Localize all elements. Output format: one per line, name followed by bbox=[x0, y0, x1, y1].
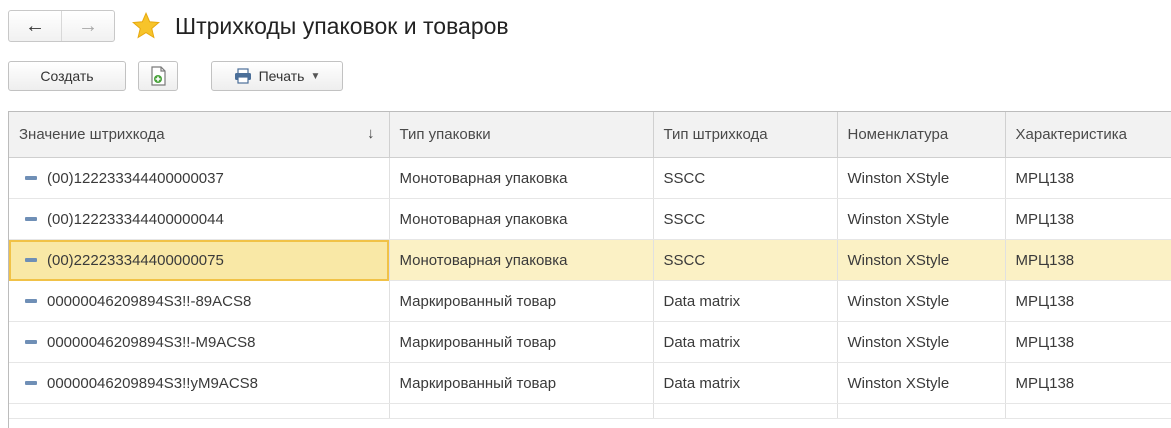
column-header-barcode-value[interactable]: Значение штрихкода ↓ bbox=[9, 112, 390, 158]
package-type-cell[interactable]: Монотоварная упаковка bbox=[389, 198, 654, 240]
table-row[interactable]: 00000046209894S3!!yM9ACS8 Маркированный … bbox=[9, 362, 1171, 404]
barcode-type-cell[interactable]: SSCC bbox=[653, 198, 838, 240]
nomenclature-cell[interactable]: Winston XStyle bbox=[837, 321, 1006, 363]
barcode-type-cell[interactable]: Data matrix bbox=[653, 321, 838, 363]
print-button-label: Печать bbox=[258, 68, 305, 84]
page-title: Штрихкоды упаковок и товаров bbox=[175, 12, 509, 39]
back-button[interactable]: ← bbox=[9, 11, 61, 41]
print-button[interactable]: Печать ▼ bbox=[211, 61, 343, 91]
forward-button[interactable]: → bbox=[61, 11, 114, 41]
title-bar: ← → Штрихкоды упаковок и товаров bbox=[8, 9, 509, 43]
barcodes-table: Значение штрихкода ↓ Тип упаковки Тип шт… bbox=[8, 111, 1171, 428]
nomenclature-cell[interactable]: Winston XStyle bbox=[837, 239, 1006, 281]
command-bar: Создать Печать ▼ bbox=[8, 60, 343, 92]
column-header-characteristic[interactable]: Характеристика bbox=[1005, 112, 1171, 158]
sort-descending-icon: ↓ bbox=[367, 125, 375, 142]
table-row[interactable]: (00)122233344400000044 Монотоварная упак… bbox=[9, 198, 1171, 240]
table-row[interactable]: 00000046209894S3!!-89ACS8 Маркированный … bbox=[9, 280, 1171, 322]
package-type-cell[interactable]: Монотоварная упаковка bbox=[389, 157, 654, 199]
characteristic-cell[interactable]: МРЦ138 bbox=[1005, 362, 1171, 404]
barcode-type-cell[interactable]: Data matrix bbox=[653, 362, 838, 404]
navigation-buttons: ← → bbox=[8, 10, 115, 42]
barcode-value: 00000046209894S3!!yM9ACS8 bbox=[47, 374, 258, 392]
nomenclature-cell[interactable]: Winston XStyle bbox=[837, 362, 1006, 404]
barcode-cell-current[interactable]: (00)222233344400000075 bbox=[9, 239, 390, 281]
nomenclature-cell[interactable] bbox=[837, 403, 1006, 419]
characteristic-cell[interactable]: МРЦ138 bbox=[1005, 157, 1171, 199]
copy-document-icon bbox=[151, 66, 166, 86]
characteristic-cell[interactable]: МРЦ138 bbox=[1005, 198, 1171, 240]
barcode-value: (00)122233344400000037 bbox=[47, 169, 224, 187]
package-type-cell[interactable]: Монотоварная упаковка bbox=[389, 239, 654, 281]
barcode-cell[interactable]: (00)122233344400000044 bbox=[9, 198, 390, 240]
table-row-selected[interactable]: (00)222233344400000075 Монотоварная упак… bbox=[9, 239, 1171, 281]
chevron-down-icon: ▼ bbox=[310, 70, 321, 82]
list-item-icon bbox=[25, 381, 37, 385]
nomenclature-cell[interactable]: Winston XStyle bbox=[837, 157, 1006, 199]
characteristic-cell[interactable] bbox=[1005, 403, 1171, 419]
nomenclature-cell[interactable]: Winston XStyle bbox=[837, 280, 1006, 322]
create-button[interactable]: Создать bbox=[8, 61, 126, 91]
list-item-icon bbox=[25, 258, 37, 262]
column-header-package-type[interactable]: Тип упаковки bbox=[389, 112, 654, 158]
characteristic-cell[interactable]: МРЦ138 bbox=[1005, 239, 1171, 281]
barcode-type-cell[interactable]: SSCC bbox=[653, 239, 838, 281]
favorite-star-button[interactable] bbox=[129, 9, 163, 43]
table-row-partially-visible[interactable] bbox=[9, 403, 1171, 419]
copy-button[interactable] bbox=[138, 61, 178, 91]
package-type-cell[interactable]: Маркированный товар bbox=[389, 362, 654, 404]
barcode-cell[interactable]: 00000046209894S3!!yM9ACS8 bbox=[9, 362, 390, 404]
list-item-icon bbox=[25, 299, 37, 303]
barcode-cell[interactable]: 00000046209894S3!!-89ACS8 bbox=[9, 280, 390, 322]
table-row[interactable]: 00000046209894S3!!-M9ACS8 Маркированный … bbox=[9, 321, 1171, 363]
printer-icon bbox=[234, 68, 252, 84]
arrow-right-icon: → bbox=[78, 15, 98, 37]
arrow-left-icon: ← bbox=[25, 15, 45, 37]
barcode-cell[interactable]: 00000046209894S3!!-M9ACS8 bbox=[9, 321, 390, 363]
barcode-type-cell[interactable]: Data matrix bbox=[653, 280, 838, 322]
list-item-icon bbox=[25, 176, 37, 180]
characteristic-cell[interactable]: МРЦ138 bbox=[1005, 321, 1171, 363]
barcode-value: (00)222233344400000075 bbox=[47, 251, 224, 269]
barcode-value: (00)122233344400000044 bbox=[47, 210, 224, 228]
characteristic-cell[interactable]: МРЦ138 bbox=[1005, 280, 1171, 322]
column-header-nomenclature[interactable]: Номенклатура bbox=[837, 112, 1006, 158]
barcode-value: 00000046209894S3!!-M9ACS8 bbox=[47, 333, 256, 351]
star-icon bbox=[132, 11, 160, 39]
column-header-label: Значение штрихкода bbox=[19, 126, 165, 143]
barcode-value: 00000046209894S3!!-89ACS8 bbox=[47, 292, 252, 310]
list-item-icon bbox=[25, 217, 37, 221]
column-header-barcode-type[interactable]: Тип штрихкода bbox=[653, 112, 838, 158]
barcode-type-cell[interactable]: SSCC bbox=[653, 157, 838, 199]
package-type-cell[interactable] bbox=[389, 403, 654, 419]
table-header-row: Значение штрихкода ↓ Тип упаковки Тип шт… bbox=[9, 112, 1171, 158]
package-type-cell[interactable]: Маркированный товар bbox=[389, 321, 654, 363]
table-row[interactable]: (00)122233344400000037 Монотоварная упак… bbox=[9, 157, 1171, 199]
nomenclature-cell[interactable]: Winston XStyle bbox=[837, 198, 1006, 240]
barcode-cell[interactable] bbox=[9, 403, 390, 419]
package-type-cell[interactable]: Маркированный товар bbox=[389, 280, 654, 322]
barcode-type-cell[interactable] bbox=[653, 403, 838, 419]
list-item-icon bbox=[25, 340, 37, 344]
barcode-cell[interactable]: (00)122233344400000037 bbox=[9, 157, 390, 199]
